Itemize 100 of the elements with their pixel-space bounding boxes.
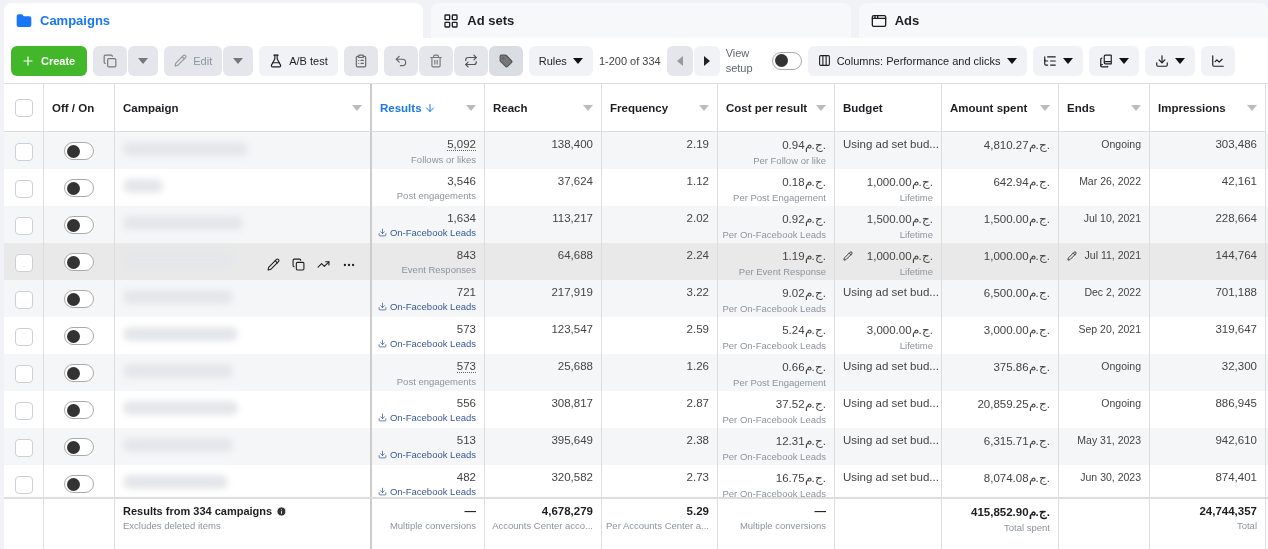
column-header[interactable]: Cost per result bbox=[726, 101, 808, 114]
budget-value: Using ad set bud... bbox=[843, 397, 939, 409]
campaign-toggle[interactable] bbox=[64, 475, 94, 493]
amount-spent-value: 8,074.08ج.م. bbox=[983, 471, 1050, 485]
cost-value: 9.02ج.م. bbox=[782, 286, 826, 300]
nav-tab[interactable]: Ads bbox=[858, 3, 1268, 38]
cost-label: Per Post Engagement bbox=[733, 192, 826, 203]
result-count: 573 bbox=[456, 360, 476, 373]
campaign-toggle[interactable] bbox=[64, 290, 94, 308]
chart-icon[interactable] bbox=[317, 258, 330, 271]
cost-label: Per On-Facebook Leads bbox=[722, 414, 826, 425]
caret-icon bbox=[1174, 57, 1185, 64]
tag-button[interactable] bbox=[488, 45, 523, 76]
column-header[interactable]: Amount spent bbox=[950, 101, 1028, 114]
column-header[interactable]: Campaign bbox=[123, 101, 179, 114]
dropdown-button[interactable] bbox=[223, 45, 254, 76]
columns-button[interactable]: Columns: Performance and clicks bbox=[807, 45, 1027, 76]
frequency-value: 2.24 bbox=[686, 249, 709, 261]
trash-icon bbox=[428, 53, 443, 68]
campaign-toggle[interactable] bbox=[64, 179, 94, 197]
result-type-link[interactable]: On-Facebook Leads bbox=[377, 227, 476, 238]
copy-icon bbox=[103, 53, 118, 68]
caret-icon bbox=[699, 104, 709, 111]
cost-value: 0.18ج.م. bbox=[782, 175, 826, 189]
cost-value: 12.31ج.م. bbox=[775, 434, 826, 448]
cost-value: 0.92ج.م. bbox=[782, 212, 826, 226]
rules-button[interactable]: Rules bbox=[528, 45, 593, 76]
column-header[interactable]: Results bbox=[380, 101, 436, 114]
cost-label: Per On-Facebook Leads bbox=[722, 340, 826, 351]
campaign-toggle[interactable] bbox=[64, 327, 94, 345]
export-button[interactable] bbox=[1144, 45, 1195, 76]
reach-value: 138,400 bbox=[551, 138, 593, 150]
row-checkbox[interactable] bbox=[14, 180, 33, 198]
window-icon bbox=[870, 12, 887, 29]
breakdown-button[interactable] bbox=[1032, 45, 1083, 76]
row-checkbox[interactable] bbox=[14, 217, 33, 235]
cost-label: Per Follow or like bbox=[753, 155, 826, 166]
results-summary: Results from 334 campaigns bbox=[123, 505, 288, 517]
campaign-toggle[interactable] bbox=[64, 216, 94, 234]
reports-button[interactable] bbox=[1088, 45, 1139, 76]
campaign-toggle[interactable] bbox=[64, 438, 94, 456]
row-checkbox[interactable] bbox=[14, 143, 33, 161]
frequency-value: 2.59 bbox=[686, 323, 709, 335]
triangle-right-icon bbox=[703, 55, 710, 66]
clipboard-icon bbox=[353, 53, 368, 68]
campaign-toggle[interactable] bbox=[64, 401, 94, 419]
undo-button[interactable] bbox=[383, 45, 418, 76]
nav-tab[interactable]: Ad sets bbox=[431, 3, 851, 38]
reach-value: 217,919 bbox=[551, 286, 593, 298]
ab-test-button[interactable]: A/B test bbox=[259, 45, 338, 76]
column-header[interactable]: Off / On bbox=[52, 101, 95, 114]
dropdown-button[interactable] bbox=[128, 45, 159, 76]
clipboard-button[interactable] bbox=[343, 45, 378, 76]
campaign-toggle[interactable] bbox=[64, 142, 94, 160]
frequency-value: 3.22 bbox=[686, 286, 709, 298]
result-type-link[interactable]: On-Facebook Leads bbox=[377, 301, 476, 312]
campaign-toggle[interactable] bbox=[64, 253, 94, 271]
column-header[interactable]: Frequency bbox=[610, 101, 669, 114]
column-header[interactable]: Impressions bbox=[1158, 101, 1226, 114]
duplicate-button[interactable] bbox=[93, 45, 128, 76]
row-checkbox[interactable] bbox=[14, 254, 33, 272]
column-header[interactable]: Budget bbox=[843, 101, 883, 114]
budget-value: Using ad set bud... bbox=[843, 434, 939, 446]
row-checkbox[interactable] bbox=[14, 439, 33, 457]
result-type-link[interactable]: On-Facebook Leads bbox=[377, 449, 476, 460]
result-count: 721 bbox=[456, 286, 476, 298]
frequency-value: 2.38 bbox=[686, 434, 709, 446]
impressions-value: 886,945 bbox=[1215, 397, 1257, 409]
row-checkbox[interactable] bbox=[14, 365, 33, 383]
select-all-checkbox[interactable] bbox=[14, 98, 33, 117]
total-value: 4,678,279 bbox=[541, 505, 593, 517]
caret-icon bbox=[352, 104, 362, 111]
next-page-button[interactable] bbox=[693, 45, 720, 76]
caret-icon bbox=[1131, 104, 1141, 111]
charts-button[interactable] bbox=[1200, 45, 1235, 76]
nav-tab[interactable]: Campaigns bbox=[4, 3, 424, 38]
result-type-link[interactable]: On-Facebook Leads bbox=[377, 486, 476, 497]
total-label: Accounts Center acco... bbox=[492, 520, 593, 531]
folder-icon bbox=[16, 12, 32, 29]
row-checkbox[interactable] bbox=[14, 402, 33, 420]
row-checkbox[interactable] bbox=[14, 291, 33, 309]
reach-value: 308,817 bbox=[551, 397, 593, 409]
impressions-value: 942,610 bbox=[1215, 434, 1257, 446]
view-setup-toggle[interactable] bbox=[771, 51, 802, 70]
column-header[interactable]: Ends bbox=[1067, 101, 1096, 114]
pencil-icon[interactable] bbox=[267, 258, 280, 271]
swap-button[interactable] bbox=[453, 45, 488, 76]
cost-value: 5.24ج.م. bbox=[782, 323, 826, 337]
row-checkbox[interactable] bbox=[14, 476, 33, 494]
column-header[interactable]: Reach bbox=[493, 101, 528, 114]
result-type-link[interactable]: On-Facebook Leads bbox=[377, 412, 476, 423]
delete-button[interactable] bbox=[418, 45, 453, 76]
copy-icon[interactable] bbox=[292, 258, 305, 271]
caret-icon bbox=[1118, 57, 1129, 64]
campaign-toggle[interactable] bbox=[64, 364, 94, 382]
caret-icon bbox=[1040, 104, 1050, 111]
result-count: 556 bbox=[456, 397, 476, 409]
download-icon bbox=[377, 228, 387, 237]
row-checkbox[interactable] bbox=[14, 328, 33, 346]
result-type-link[interactable]: On-Facebook Leads bbox=[377, 338, 476, 349]
